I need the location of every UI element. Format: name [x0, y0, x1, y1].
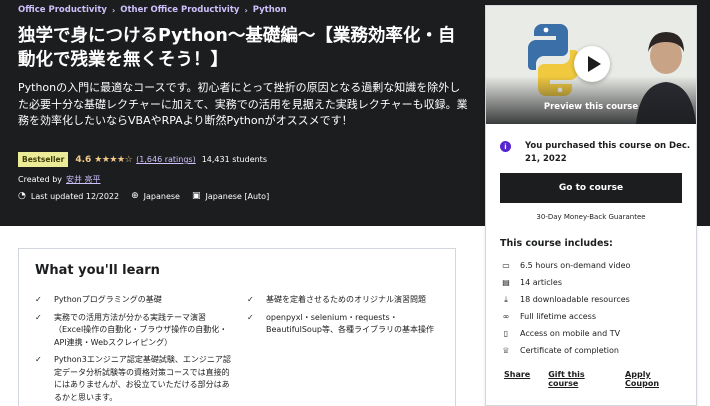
- preview-label: Preview this course: [543, 102, 639, 112]
- last-updated: Last updated 12/2022: [30, 191, 120, 201]
- course-language: Japanese: [143, 191, 180, 201]
- mobile-icon: ▯: [503, 329, 509, 338]
- what-youll-learn-box: What you'll learn ✓ Pythonプログラミングの基礎 ✓ 実務で…: [18, 248, 456, 406]
- check-icon: ✓: [247, 312, 254, 322]
- star-rating-icon: ★★★★☆: [94, 154, 133, 165]
- info-icon: i: [500, 141, 511, 152]
- alert-clock-icon: ◔: [18, 191, 26, 201]
- share-button[interactable]: Share: [504, 370, 530, 388]
- preview-shade: [486, 76, 696, 124]
- course-preview-video[interactable]: Preview this course: [486, 6, 696, 124]
- bestseller-badge: Bestseller: [18, 152, 69, 167]
- includes-item: ♕ Certificate of completion: [500, 342, 630, 359]
- students-count: 14,431 students: [201, 155, 267, 164]
- includes-list: ▭ 6.5 hours on-demand video ▤ 14 articles …: [500, 257, 630, 359]
- download-icon: ⤓: [504, 294, 508, 304]
- video-icon: ▭: [502, 261, 510, 270]
- chevron-right-icon: ›: [111, 5, 116, 15]
- learn-list-left: ✓ Pythonプログラミングの基礎 ✓ 実務での活用方法が分かる実践テーマ演習（E…: [35, 294, 235, 406]
- money-back-guarantee: 30-Day Money-Back Guarantee: [536, 213, 646, 221]
- purchase-sidebar-card: Preview this course i You purchased this…: [485, 5, 697, 406]
- card-actions: Share Gift this course Apply Coupon: [504, 370, 696, 388]
- purchase-notice: i You purchased this course on Dec. 21, …: [500, 140, 695, 166]
- article-icon: ▤: [502, 278, 510, 287]
- instructor-link[interactable]: 安井 亮平: [66, 175, 101, 184]
- breadcrumb-office-productivity[interactable]: Office Productivity: [18, 5, 107, 15]
- includes-item: ▭ 6.5 hours on-demand video: [500, 257, 630, 274]
- learn-item: ✓ 実務での活用方法が分かる実践テーマ演習（Excel操作の自動化・ブラウザ操作の…: [35, 312, 235, 350]
- certificate-icon: ♕: [502, 346, 510, 355]
- created-by: Created by 安井 亮平: [18, 174, 101, 185]
- check-icon: ✓: [35, 295, 42, 304]
- includes-item: ⤓ 18 downloadable resources: [500, 291, 630, 308]
- course-captions: Japanese [Auto]: [205, 191, 270, 201]
- learn-item: ✓ openpyxl・selenium・requests・BeautifulSou…: [247, 312, 443, 337]
- infinity-icon: ∞: [502, 312, 510, 321]
- learn-item: ✓ 基礎を定着させるためのオリジナル演習問題: [247, 294, 443, 307]
- captions-icon: ▣: [191, 191, 201, 201]
- includes-item: ▯ Access on mobile and TV: [500, 325, 630, 342]
- learn-item: ✓ Python3エンジニア認定基礎試験、エンジニア認定データ分析試験等の資格対策…: [35, 354, 235, 404]
- ratings-count-link[interactable]: (1,646 ratings): [136, 155, 196, 164]
- go-to-course-button[interactable]: Go to course: [500, 173, 682, 203]
- purchase-date-text: You purchased this course on Dec. 21, 20…: [525, 141, 691, 164]
- includes-item: ∞ Full lifetime access: [500, 308, 630, 325]
- check-icon: ✓: [35, 355, 42, 364]
- play-icon[interactable]: [574, 46, 610, 82]
- breadcrumb-python[interactable]: Python: [253, 5, 287, 15]
- course-title: 独学で身につけるPython〜基礎編〜【業務効率化・自動化で残業を無くそう！】: [18, 26, 456, 70]
- created-by-label: Created by: [18, 175, 63, 184]
- rating-value: 4.6: [75, 154, 92, 165]
- learn-list-right: ✓ 基礎を定着させるためのオリジナル演習問題 ✓ openpyxl・selenium…: [247, 294, 443, 342]
- includes-title: This course includes:: [500, 238, 613, 249]
- check-icon: ✓: [35, 312, 42, 322]
- breadcrumb-other-office-productivity[interactable]: Other Office Productivity: [120, 5, 239, 15]
- learn-item: ✓ Pythonプログラミングの基礎: [35, 294, 235, 307]
- includes-item: ▤ 14 articles: [500, 274, 630, 291]
- course-meta: ◔ Last updated 12/2022 ⊕ Japanese ▣ Japanes…: [18, 191, 281, 201]
- globe-icon: ⊕: [131, 191, 139, 201]
- what-youll-learn-title: What you'll learn: [35, 263, 160, 278]
- rating-row: Bestseller 4.6 ★★★★☆ (1,646 ratings) 14,…: [18, 152, 267, 167]
- course-subtitle: Pythonの入門に最適なコースです。初心者にとって挫折の原因となる過剰な知識を…: [18, 81, 468, 127]
- check-icon: ✓: [247, 295, 254, 304]
- apply-coupon-button[interactable]: Apply Coupon: [625, 370, 678, 388]
- gift-course-button[interactable]: Gift this course: [548, 370, 607, 388]
- chevron-right-icon: ›: [244, 5, 248, 15]
- breadcrumb: Office Productivity › Other Office Produ…: [18, 5, 287, 15]
